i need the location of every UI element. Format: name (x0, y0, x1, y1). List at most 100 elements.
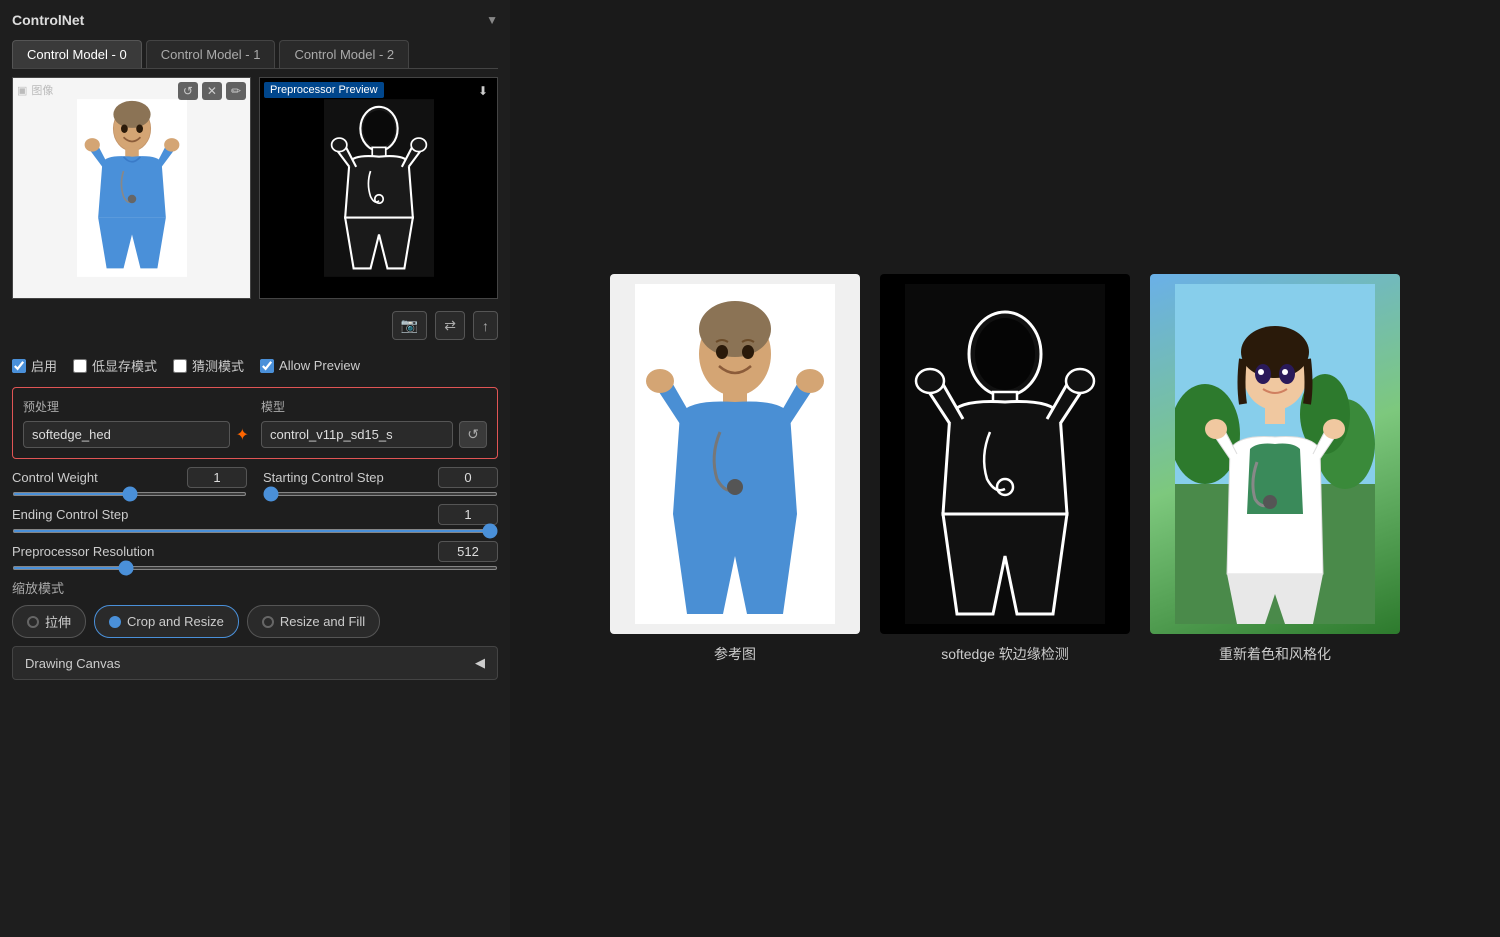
download-preview-button[interactable]: ⬇ (473, 82, 493, 100)
ending-step-label: Ending Control Step (12, 507, 128, 522)
result-image-0 (610, 274, 860, 634)
control-weight-range[interactable] (12, 492, 247, 496)
tab-control-model-0[interactable]: Control Model - 0 (12, 40, 142, 68)
allow-preview-label: Allow Preview (279, 358, 360, 373)
scale-crop-resize-button[interactable]: Crop and Resize (94, 605, 239, 638)
preprocessor-select-row: softedge_hed ✦ (23, 421, 249, 448)
crop-resize-radio (109, 616, 121, 628)
preprocessor-select[interactable]: softedge_hed (23, 421, 230, 448)
nurse-svg (77, 88, 187, 288)
model-select-row: control_v11p_sd15_s ↺ (261, 421, 487, 448)
ending-step-slider-row: Ending Control Step (12, 504, 498, 533)
drawing-canvas-icon: ◀ (475, 655, 485, 671)
allow-preview-checkbox-item[interactable]: Allow Preview (260, 358, 360, 373)
resize-fill-radio (262, 616, 274, 628)
source-image-label: ▣ 图像 (17, 82, 53, 98)
control-weight-slider-row: Control Weight (12, 467, 247, 496)
model-label: 模型 (261, 398, 487, 415)
tab-bar: Control Model - 0 Control Model - 1 Cont… (12, 40, 498, 69)
ending-step-header: Ending Control Step (12, 504, 498, 525)
upload-button[interactable]: ↑ (473, 311, 498, 340)
guess-mode-label: 猜测模式 (192, 356, 244, 375)
scale-mode-label: 缩放模式 (12, 578, 498, 597)
ending-step-range[interactable] (12, 529, 498, 533)
drawing-canvas-label: Drawing Canvas (25, 656, 120, 671)
preprocessor-image-box: Preprocessor Preview ⬇ (259, 77, 498, 299)
model-selection-row: 预处理 softedge_hed ✦ 模型 control_v11p_sd15_… (12, 387, 498, 459)
control-weight-label: Control Weight (12, 470, 98, 485)
camera-button[interactable]: 📷 (392, 311, 427, 340)
result-label-0: 参考图 (714, 644, 756, 664)
model-select[interactable]: control_v11p_sd15_s (261, 421, 453, 448)
enable-checkbox-item[interactable]: 启用 (12, 356, 57, 375)
right-panel: 参考图 (510, 0, 1500, 937)
guess-mode-checkbox[interactable] (173, 359, 187, 373)
tab-control-model-2[interactable]: Control Model - 2 (279, 40, 409, 68)
options-row: 启用 低显存模式 猜测模式 Allow Preview (12, 352, 498, 379)
large-anime-svg (1175, 284, 1375, 624)
tab-control-model-1[interactable]: Control Model - 1 (146, 40, 276, 68)
scale-buttons: 拉伸 Crop and Resize Resize and Fill (12, 605, 498, 638)
starting-step-label: Starting Control Step (263, 470, 384, 485)
image-row: ▣ 图像 ↺ ✕ ✏ (12, 77, 498, 299)
control-weight-value[interactable] (187, 467, 247, 488)
starting-step-slider-row: Starting Control Step (263, 467, 498, 496)
collapse-icon[interactable]: ▼ (486, 13, 498, 27)
large-outline-photo (880, 274, 1130, 634)
tool-row: 📷 ⇄ ↑ (12, 307, 498, 344)
result-label-2: 重新着色和风格化 (1219, 644, 1331, 664)
results-grid: 参考图 (530, 274, 1480, 664)
scale-stretch-button[interactable]: 拉伸 (12, 605, 86, 638)
guess-mode-checkbox-item[interactable]: 猜测模式 (173, 356, 244, 375)
preview-image-controls: ⬇ (473, 82, 493, 100)
source-icon: ▣ (17, 84, 27, 97)
preprocessor-label: 预处理 (23, 398, 249, 415)
result-image-1 (880, 274, 1130, 634)
result-item-0: 参考图 (610, 274, 860, 664)
outline-svg (324, 88, 434, 288)
result-item-1: softedge 软边缘检测 (880, 274, 1130, 664)
ending-step-value[interactable] (438, 504, 498, 525)
control-weight-header: Control Weight (12, 467, 247, 488)
source-image-controls: ↺ ✕ ✏ (178, 82, 246, 100)
allow-preview-checkbox[interactable] (260, 359, 274, 373)
enable-checkbox[interactable] (12, 359, 26, 373)
scale-resize-fill-button[interactable]: Resize and Fill (247, 605, 380, 638)
low-vram-label: 低显存模式 (92, 356, 157, 375)
panel-header: ControlNet ▼ (12, 12, 498, 28)
starting-step-range[interactable] (263, 492, 498, 496)
large-nurse-photo (610, 274, 860, 634)
starting-step-value[interactable] (438, 467, 498, 488)
preprocessor-col: 预处理 softedge_hed ✦ (23, 398, 249, 448)
preprocessor-res-value[interactable] (438, 541, 498, 562)
enable-label: 启用 (31, 356, 57, 375)
scale-mode-row: 缩放模式 拉伸 Crop and Resize Resize and Fill (12, 578, 498, 638)
drawing-canvas-row[interactable]: Drawing Canvas ◀ (12, 646, 498, 680)
fire-icon: ✦ (236, 425, 249, 445)
refresh-source-button[interactable]: ↺ (178, 82, 198, 100)
model-col: 模型 control_v11p_sd15_s ↺ (261, 398, 487, 448)
preview-label: Preprocessor Preview (264, 82, 384, 98)
preprocessor-res-range[interactable] (12, 566, 498, 570)
dual-slider-row: Control Weight Starting Control Step (12, 467, 498, 496)
preprocessor-photo (260, 78, 497, 298)
nurse-photo (13, 78, 250, 298)
starting-step-header: Starting Control Step (263, 467, 498, 488)
preprocessor-res-header: Preprocessor Resolution (12, 541, 498, 562)
model-refresh-button[interactable]: ↺ (459, 421, 487, 448)
large-nurse-svg (635, 284, 835, 624)
preprocessor-res-label: Preprocessor Resolution (12, 544, 154, 559)
stretch-radio (27, 616, 39, 628)
result-image-2 (1150, 274, 1400, 634)
left-panel: ControlNet ▼ Control Model - 0 Control M… (0, 0, 510, 937)
large-outline-svg (905, 284, 1105, 624)
pencil-source-button[interactable]: ✏ (226, 82, 246, 100)
close-source-button[interactable]: ✕ (202, 82, 222, 100)
large-anime-photo (1150, 274, 1400, 634)
low-vram-checkbox-item[interactable]: 低显存模式 (73, 356, 157, 375)
result-item-2: 重新着色和风格化 (1150, 274, 1400, 664)
swap-button[interactable]: ⇄ (435, 311, 465, 340)
result-label-1: softedge 软边缘检测 (941, 644, 1069, 664)
low-vram-checkbox[interactable] (73, 359, 87, 373)
preprocessor-res-slider-row: Preprocessor Resolution (12, 541, 498, 570)
